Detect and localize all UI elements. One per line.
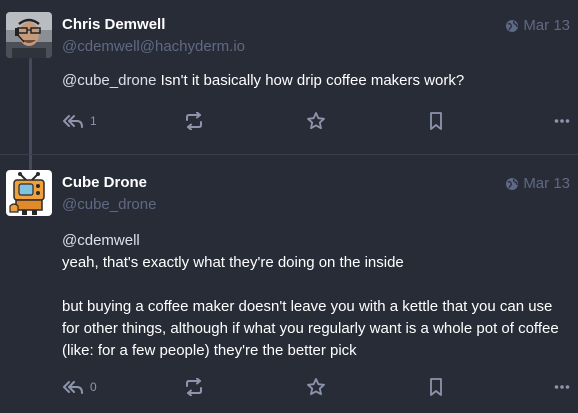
reply-button[interactable]: 1	[62, 110, 97, 132]
status-post[interactable]: Chris Demwell @cdemwell@hachyderm.io Mar…	[0, 0, 578, 152]
favourite-button[interactable]	[306, 110, 326, 132]
boost-icon	[184, 378, 204, 396]
mention-link[interactable]: @cdemwell	[62, 232, 140, 249]
bookmark-icon	[428, 111, 444, 131]
status-post[interactable]: Cube Drone @cube_drone Mar 13 @cdemwell y…	[0, 156, 578, 413]
status-date[interactable]: Mar 13	[523, 175, 570, 192]
author-handle[interactable]: @cdemwell@hachyderm.io	[62, 38, 245, 55]
favourite-button[interactable]	[306, 376, 326, 398]
status-text-line: yeah, that's exactly what they're doing …	[62, 254, 404, 271]
author-name[interactable]: Chris Demwell	[62, 16, 165, 33]
reply-button[interactable]: 0	[62, 376, 97, 398]
more-options-button[interactable]	[554, 110, 570, 132]
bookmark-button[interactable]	[428, 376, 444, 398]
avatar[interactable]	[6, 170, 52, 216]
ellipsis-icon	[554, 384, 570, 390]
status-meta[interactable]: Mar 13	[505, 175, 570, 192]
author-name[interactable]: Cube Drone	[62, 174, 147, 191]
more-options-button[interactable]	[554, 376, 570, 398]
globe-icon	[505, 19, 519, 33]
boost-button[interactable]	[184, 376, 204, 398]
ellipsis-icon	[554, 118, 570, 124]
avatar[interactable]	[6, 12, 52, 58]
bookmark-button[interactable]	[428, 110, 444, 132]
author-handle[interactable]: @cube_drone	[62, 196, 156, 213]
status-text: Isn't it basically how drip coffee maker…	[156, 72, 465, 89]
star-icon	[306, 111, 326, 131]
reply-count: 1	[90, 114, 97, 128]
boost-icon	[184, 112, 204, 130]
status-content: @cdemwell yeah, that's exactly what they'…	[62, 230, 568, 362]
status-content: @cube_drone Isn't it basically how drip …	[62, 70, 568, 92]
globe-icon	[505, 177, 519, 191]
boost-button[interactable]	[184, 110, 204, 132]
status-action-bar: 1	[62, 110, 570, 132]
star-icon	[306, 377, 326, 397]
mention-link[interactable]: @cube_drone	[62, 72, 156, 89]
status-action-bar: 0	[62, 376, 570, 398]
status-date[interactable]: Mar 13	[523, 17, 570, 34]
status-meta[interactable]: Mar 13	[505, 17, 570, 34]
status-text-paragraph: but buying a coffee maker doesn't leave …	[62, 298, 559, 359]
reply-all-icon	[62, 113, 84, 129]
bookmark-icon	[428, 377, 444, 397]
reply-count: 0	[90, 380, 97, 394]
reply-all-icon	[62, 379, 84, 395]
status-divider	[0, 154, 578, 155]
